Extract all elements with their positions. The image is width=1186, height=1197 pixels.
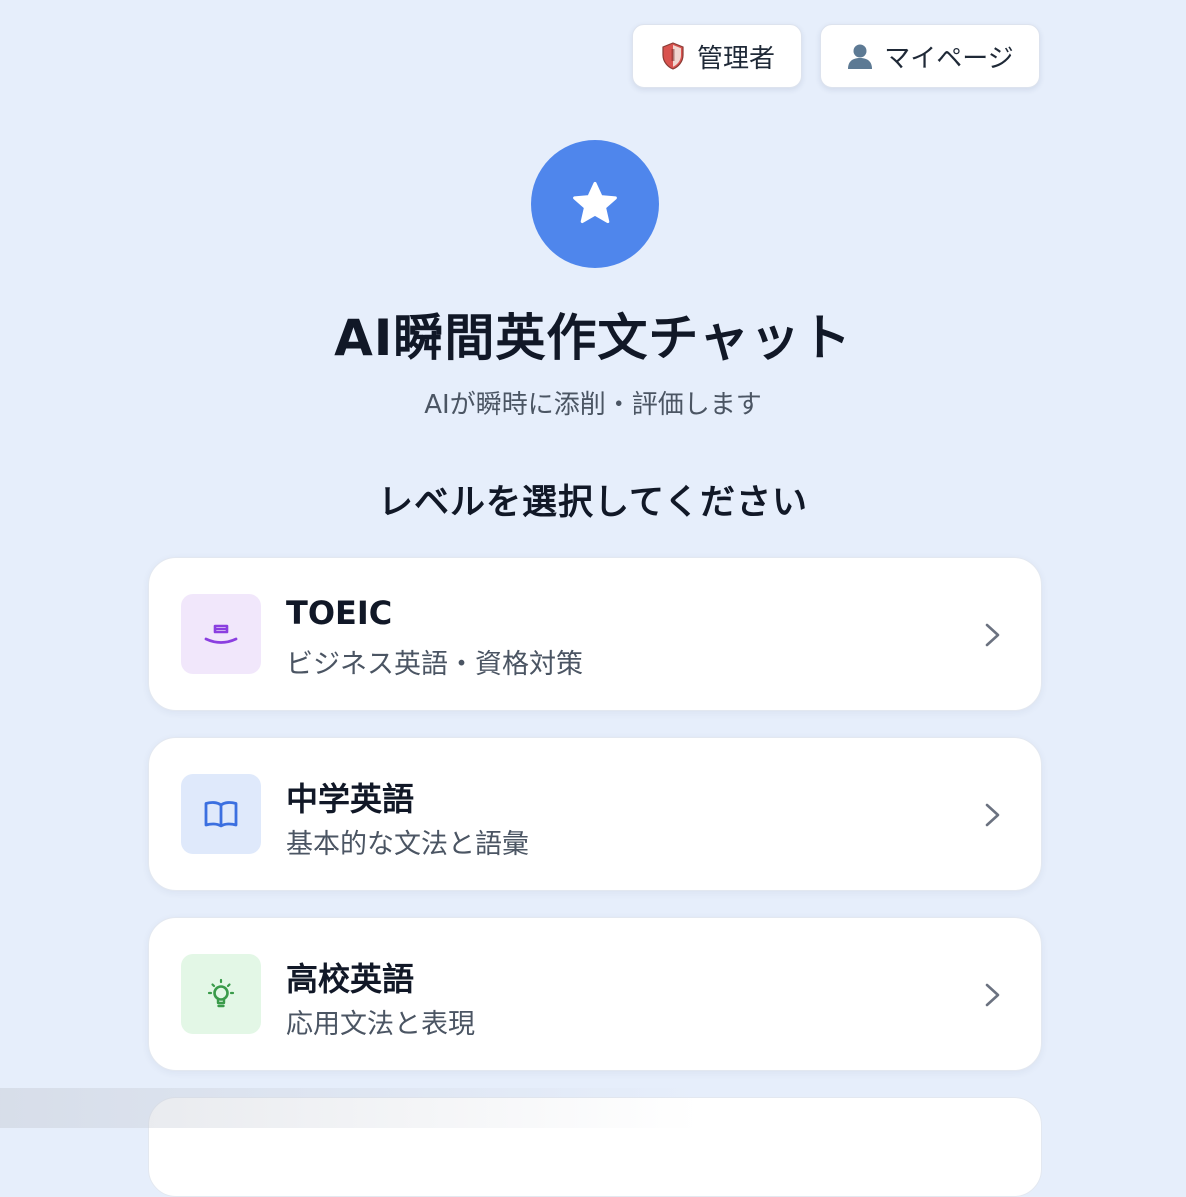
page-title: AI瞬間英作文チャット: [334, 309, 852, 367]
person-icon: [846, 42, 874, 70]
admin-button[interactable]: 管理者: [632, 24, 802, 88]
chevron-right-icon: [985, 623, 1000, 647]
level-select-heading: レベルを選択してください: [378, 483, 808, 523]
level-card-high-school[interactable]: 高校英語 応用文法と表現: [148, 917, 1042, 1071]
mypage-button[interactable]: マイページ: [820, 24, 1040, 88]
chevron-right-icon: [985, 803, 1000, 827]
shield-icon: [659, 42, 687, 70]
lightbulb-icon: [181, 954, 261, 1034]
admin-button-label: 管理者: [696, 43, 775, 74]
level-card-description: 応用文法と表現: [286, 1009, 475, 1040]
mypage-button-label: マイページ: [884, 43, 1014, 74]
level-card-title: TOEIC: [286, 594, 393, 632]
top-actions: 管理者 マイページ: [632, 24, 1040, 88]
level-card-partial[interactable]: [148, 1097, 1042, 1197]
book-icon: [181, 774, 261, 854]
level-card-title: 高校英語: [286, 960, 415, 998]
level-card-toeic[interactable]: TOEIC ビジネス英語・資格対策: [148, 557, 1042, 711]
app-logo: [531, 140, 659, 268]
star-icon: [573, 181, 617, 224]
level-card-junior-high[interactable]: 中学英語 基本的な文法と語彙: [148, 737, 1042, 891]
page-subtitle: AIが瞬時に添削・評価します: [424, 390, 762, 420]
chevron-right-icon: [985, 983, 1000, 1007]
level-card-description: ビジネス英語・資格対策: [286, 649, 583, 680]
level-card-title: 中学英語: [286, 780, 415, 818]
briefcase-icon: [181, 594, 261, 674]
level-card-description: 基本的な文法と語彙: [286, 829, 529, 860]
